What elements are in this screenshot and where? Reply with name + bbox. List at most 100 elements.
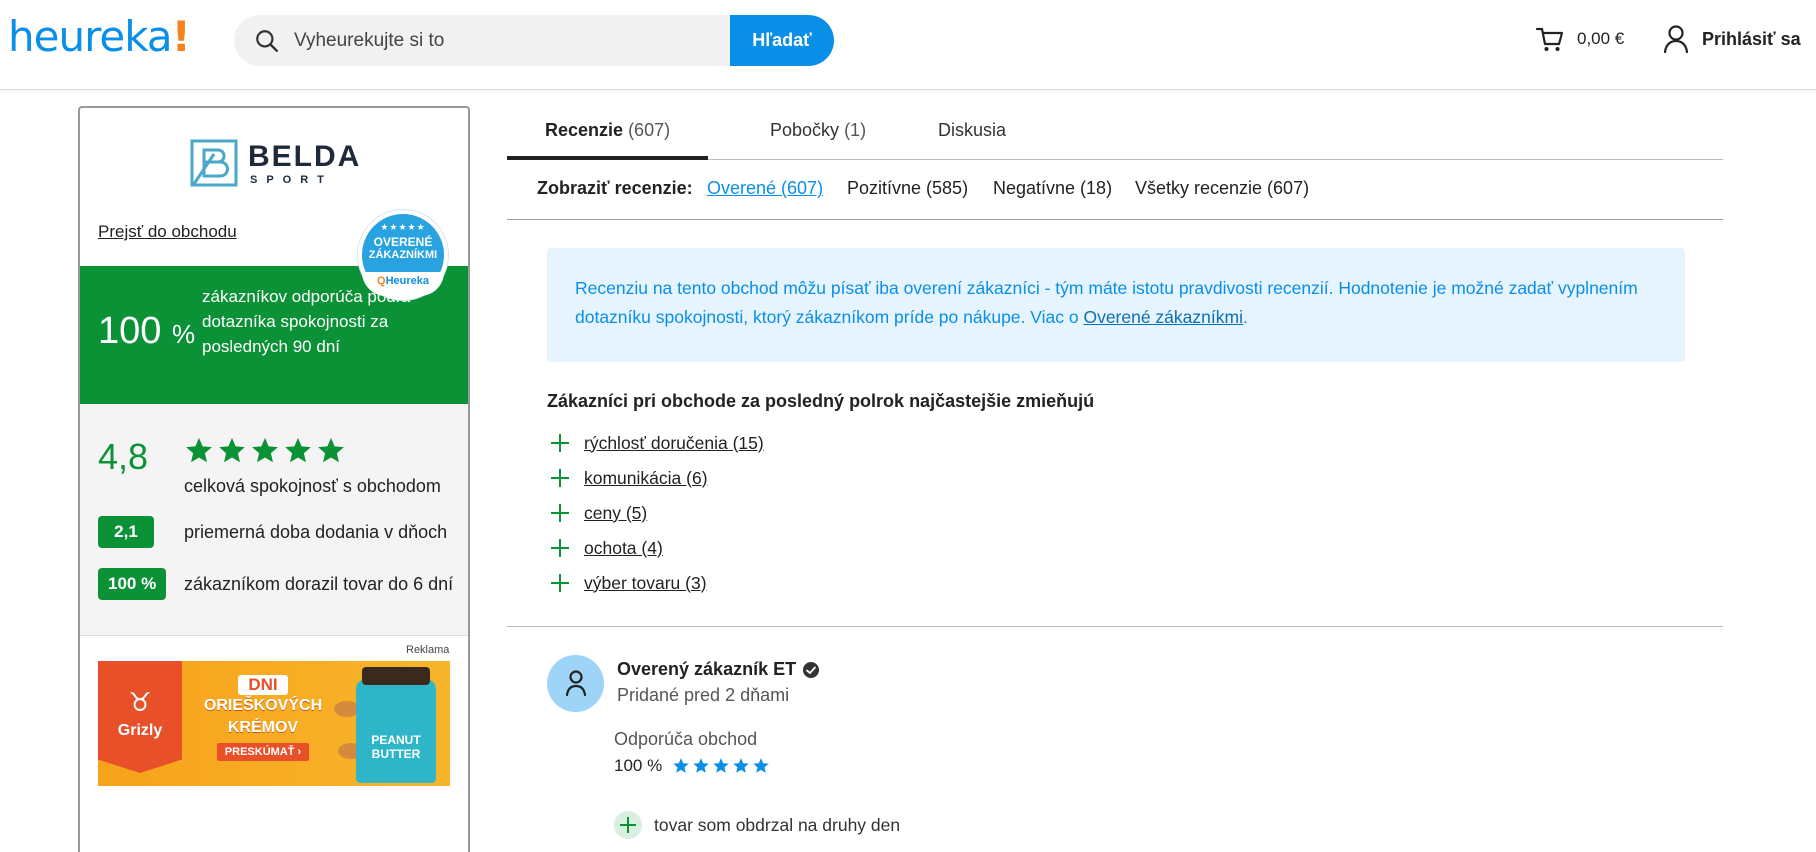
mention-item[interactable]: výber tovaru (3) [547, 570, 707, 596]
review-filters: Zobraziť recenzie: Overené (607) Pozitív… [507, 160, 1723, 220]
search-icon [256, 30, 278, 52]
mention-label: ochota (4) [584, 537, 663, 558]
ad-cta[interactable]: PRESKÚMAŤ › [216, 743, 310, 761]
mention-item[interactable]: rýchlosť doručenia (15) [547, 430, 764, 456]
filter-label: Zobraziť recenzie: [537, 178, 693, 198]
reviewer-name-text: Overený zákazník ET [617, 659, 797, 679]
search-button[interactable]: Hľadať [730, 15, 834, 66]
ad-line2: KRÉMOV [227, 719, 299, 736]
review-stars [672, 757, 770, 775]
ad-brand-flag: ♉ Grizly [98, 661, 182, 773]
mention-label: komunikácia (6) [584, 467, 708, 488]
tab-branches[interactable]: Pobočky (1) [738, 110, 898, 160]
mention-item[interactable]: komunikácia (6) [547, 465, 708, 491]
recommend-percent: 100 % [98, 310, 195, 353]
badge-line1: OVERENÉ [373, 235, 433, 249]
pro-text: tovar som obdrzal na druhy den [654, 814, 901, 835]
badge-footer: QHeureka [362, 272, 444, 296]
review-date: Pridané pred 2 dňami [617, 685, 790, 705]
star-icon [318, 437, 344, 463]
cart-value: 0,00 € [1577, 29, 1625, 48]
plus-icon [547, 570, 573, 596]
site-header: heureka! Hľadať 0,00 € Prihlásiť sa [0, 0, 1816, 90]
badge-brand: Heureka [385, 275, 429, 287]
ad-brand: Grizly [117, 722, 163, 739]
metric-value: 100 % [98, 568, 167, 600]
plus-icon [547, 465, 573, 491]
mention-item[interactable]: ceny (5) [547, 500, 647, 526]
plus-icon [547, 430, 573, 456]
cart-button[interactable]: 0,00 € [1535, 24, 1624, 54]
filter-positive[interactable]: Pozitívne (585) [847, 178, 968, 199]
review-rating: 100 % [614, 756, 770, 776]
verified-customers-link[interactable]: Overené zákazníkmi [1083, 307, 1243, 327]
section-divider [507, 626, 1723, 627]
tab-reviews[interactable]: Recenzie (607) [507, 110, 709, 160]
info-end: . [1242, 307, 1248, 327]
ad-label: Reklama [406, 644, 450, 656]
jar-line2: BUTTER [371, 747, 421, 761]
filter-negative[interactable]: Negatívne (18) [993, 178, 1112, 199]
search-bar: Hľadať [234, 15, 834, 66]
mention-item[interactable]: ochota (4) [547, 535, 663, 561]
filter-verified[interactable]: Overené (607) [707, 178, 823, 199]
recommend-pct-value: 100 [98, 310, 162, 352]
ratings-box: 4,8 celková spokojnosť s obchodom 2,1 pr… [80, 404, 468, 636]
goto-shop-link[interactable]: Prejsť do obchodu [98, 222, 237, 242]
ad-text: DNI ORIEŠKOVÝCH KRÉMOV PRESKÚMAŤ › [198, 675, 328, 761]
plus-circle-icon [614, 811, 642, 839]
belda-logo-mark [190, 139, 238, 187]
review-percent: 100 % [614, 756, 663, 775]
tab-count: (607) [628, 120, 671, 140]
metric-label: priemerná doba dodania v dňoch [184, 522, 448, 542]
star-icon [673, 758, 689, 773]
login-label: Prihlásiť sa [1702, 28, 1801, 49]
cart-icon [1535, 27, 1564, 51]
mention-label: ceny (5) [584, 502, 648, 523]
login-button[interactable]: Prihlásiť sa [1662, 24, 1801, 54]
shop-logo-sub: SPORT [250, 174, 333, 186]
heureka-logo[interactable]: heureka! [8, 12, 191, 61]
metric-label: zákazníkom dorazil tovar do 6 dní [184, 574, 454, 594]
tab-count: (1) [844, 120, 867, 140]
ad-banner[interactable]: ♉ Grizly DNI ORIEŠKOVÝCH KRÉMOV PRESKÚMA… [98, 661, 450, 786]
star-icon [693, 758, 709, 773]
logo-exclamation: ! [171, 12, 191, 61]
shop-summary-card: BELDA SPORT Prejsť do obchodu 100 % záka… [78, 106, 470, 852]
star-icon [252, 437, 278, 463]
jar-line1: PEANUT [371, 733, 421, 747]
badge-line2: ZÁKAZNÍKMI [368, 249, 438, 261]
star-icon [219, 437, 245, 463]
score-label: celková spokojnosť s obchodom [184, 476, 441, 496]
ad-badge: DNI [238, 675, 288, 695]
verified-check-icon [803, 661, 820, 678]
shop-logo[interactable]: BELDA SPORT [190, 138, 370, 188]
star-icon [285, 437, 311, 463]
overall-score: 4,8 [98, 436, 149, 477]
star-icon [753, 758, 769, 773]
plus-icon [547, 535, 573, 561]
metric-delivery-days: 2,1 priemerná doba dodania v dňoch [98, 516, 447, 548]
verified-info-box: Recenziu na tento obchod môžu písať iba … [547, 248, 1685, 362]
search-input[interactable] [294, 15, 734, 66]
star-icon [186, 437, 212, 463]
bear-icon: ♉ [128, 687, 152, 717]
avatar [547, 655, 604, 712]
mention-label: výber tovaru (3) [584, 572, 707, 593]
score-stars [184, 436, 346, 466]
tab-label: Pobočky [770, 120, 840, 140]
metric-delivered-in-time: 100 % zákazníkom dorazil tovar do 6 dní [98, 568, 453, 600]
info-text: Recenziu na tento obchod môžu písať iba … [575, 274, 1665, 332]
filter-all[interactable]: Všetky recenzie (607) [1135, 178, 1309, 199]
tab-discussion[interactable]: Diskusia [907, 110, 1037, 160]
star-icon [713, 758, 729, 773]
shop-logo-name: BELDA [248, 140, 362, 173]
tab-label: Recenzie [545, 120, 624, 140]
tab-label: Diskusia [938, 120, 1007, 140]
peanut-butter-jar: PEANUT BUTTER [356, 667, 436, 783]
mentions-title: Zákazníci pri obchode za posledný polrok… [547, 391, 1095, 411]
ad-line1: ORIEŠKOVÝCH [203, 697, 323, 714]
metric-value: 2,1 [98, 516, 154, 548]
user-icon [565, 670, 587, 697]
plus-icon [547, 500, 573, 526]
